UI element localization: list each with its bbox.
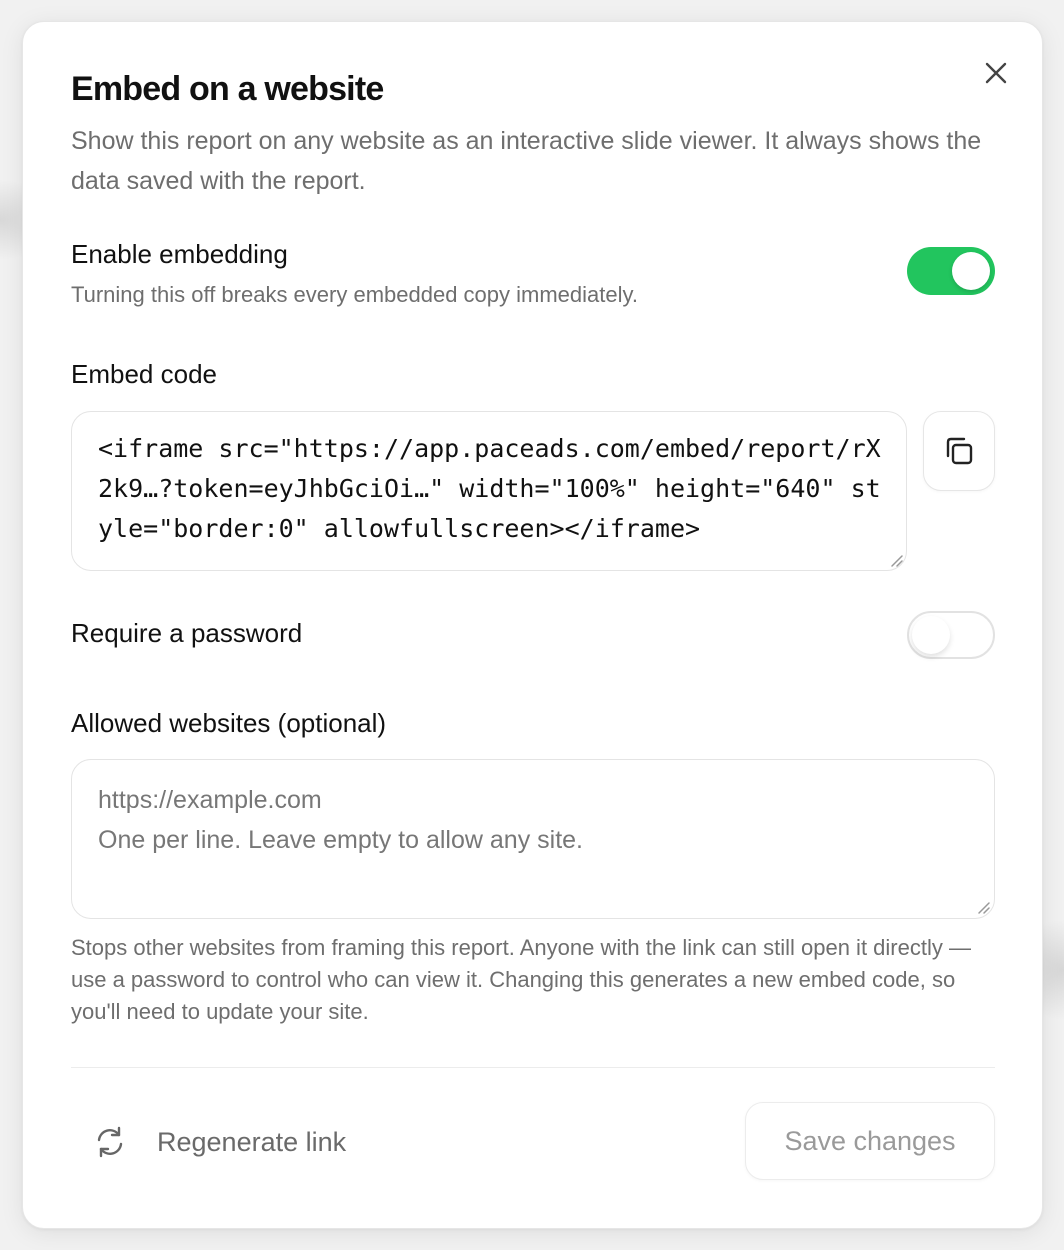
toggle-knob (952, 252, 990, 290)
require-password-label: Require a password (71, 618, 303, 648)
allowed-websites-label: Allowed websites (optional) (71, 708, 387, 738)
save-changes-button[interactable]: Save changes (745, 1102, 995, 1180)
require-password-toggle[interactable] (907, 611, 995, 659)
allowed-websites-help: Stops other websites from framing this r… (71, 935, 971, 1024)
toggle-knob (912, 616, 950, 654)
dialog-subtitle: Show this report on any website as an in… (71, 127, 982, 195)
resize-grip-icon[interactable] (975, 899, 991, 915)
enable-embedding-label: Enable embedding (71, 239, 288, 269)
regenerate-link-button[interactable]: Regenerate link (93, 1122, 346, 1162)
embed-code-label: Embed code (71, 359, 217, 389)
footer-divider (71, 1067, 995, 1068)
embed-code-text: <iframe src="https://app.paceads.com/emb… (98, 434, 881, 543)
copy-embed-code-button[interactable] (923, 411, 995, 491)
close-icon (985, 62, 1007, 84)
enable-embedding-toggle[interactable] (907, 247, 995, 295)
refresh-icon (97, 1126, 123, 1158)
allowed-websites-textarea[interactable] (71, 759, 995, 919)
close-button[interactable] (981, 58, 1011, 88)
enable-embedding-description: Turning this off breaks every embedded c… (71, 282, 638, 307)
dialog-title: Embed on a website (71, 70, 384, 108)
regenerate-link-label: Regenerate link (157, 1126, 347, 1157)
copy-icon (946, 437, 973, 465)
resize-grip-icon[interactable] (888, 552, 904, 568)
embed-dialog: Embed on a website Show this report on a… (22, 21, 1043, 1229)
embed-code-textarea[interactable]: <iframe src="https://app.paceads.com/emb… (71, 411, 907, 571)
